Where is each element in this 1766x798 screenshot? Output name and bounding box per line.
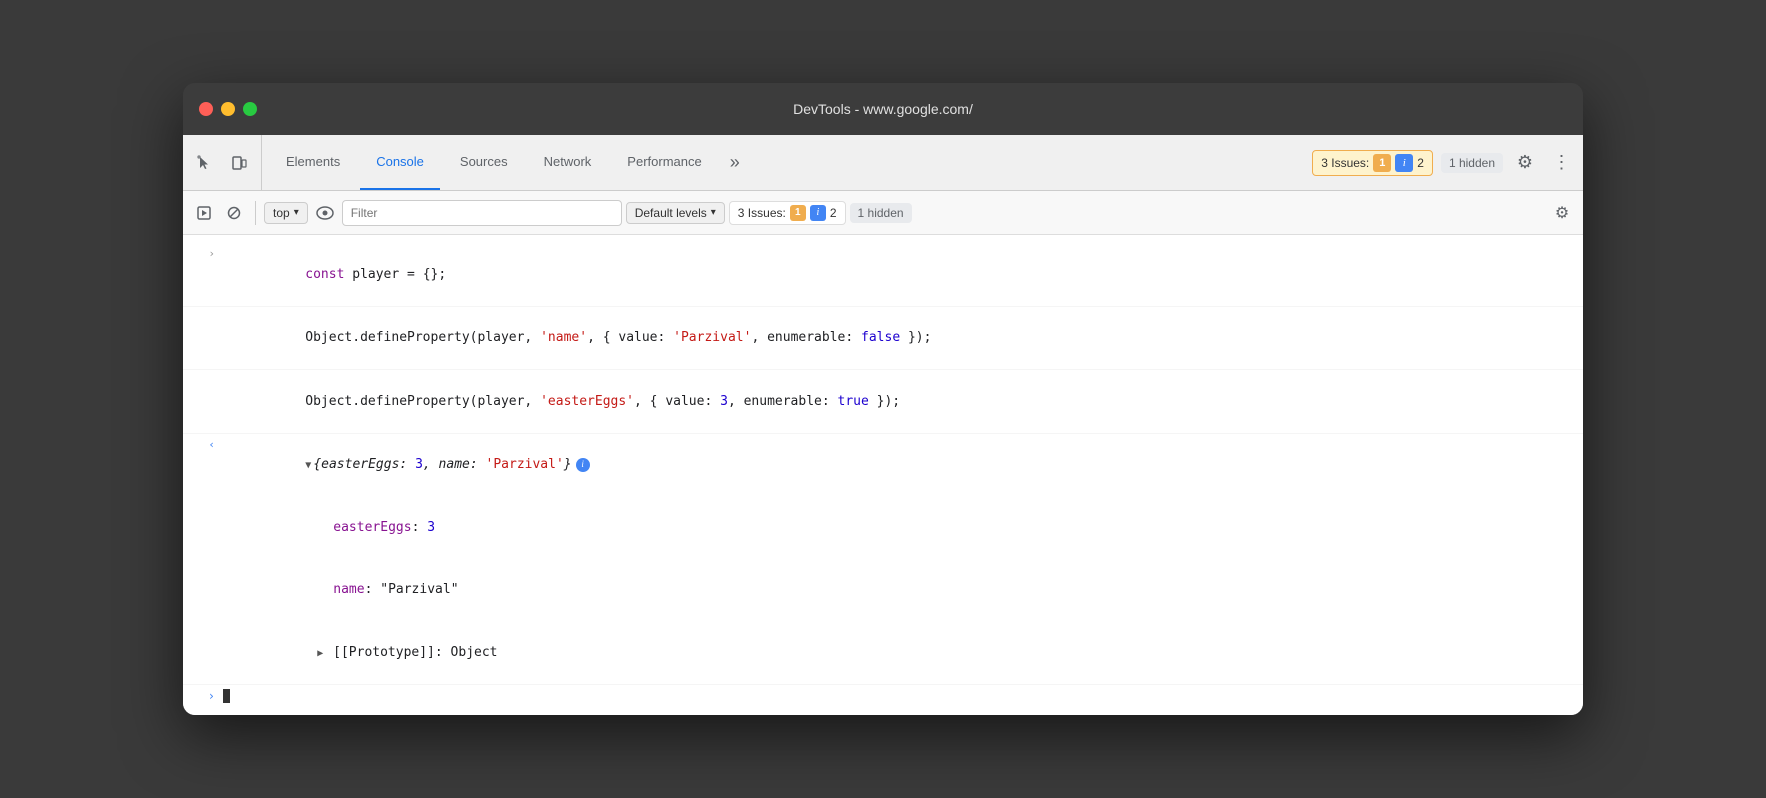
row-gutter-4: ‹ [183,436,223,451]
maximize-button[interactable] [243,102,257,116]
console-row-prototype: ▶ [[Prototype]]: Object [183,621,1583,685]
row-content-prototype: ▶ [[Prototype]]: Object [223,623,1575,682]
levels-dropdown[interactable]: Default levels ▾ [626,202,725,224]
context-selector[interactable]: top ▾ [264,202,308,224]
no-icon [227,206,241,220]
toolbar-info-badge: i [810,205,826,221]
devtools-body: Elements Console Sources Network Perform… [183,135,1583,715]
tab-console[interactable]: Console [360,135,440,190]
row-gutter-2 [183,309,223,311]
eye-button[interactable] [312,200,338,226]
row-content-1: const player = {}; [223,245,1575,304]
inspect-element-button[interactable] [191,149,219,177]
play-icon [197,206,211,220]
toolbar-divider [255,201,256,225]
row-content-3: Object.defineProperty(player, 'easterEgg… [223,372,1575,431]
tab-elements[interactable]: Elements [270,135,356,190]
warning-badge: 1 [1373,154,1391,172]
prompt-cursor [223,689,230,703]
clear-console-button[interactable] [221,200,247,226]
row-gutter-5 [183,498,223,500]
row-gutter-6 [183,561,223,563]
titlebar: DevTools - www.google.com/ [183,83,1583,135]
issues-label: 3 Issues: [1321,156,1369,170]
context-dropdown-arrow: ▾ [294,207,299,218]
toolbar-issues-count[interactable]: 3 Issues: 1 i 2 [729,201,846,225]
info-badge: i [1395,154,1413,172]
devtools-main-icons [191,135,262,190]
console-row-prop-name: name: "Parzival" [183,559,1583,622]
traffic-lights [199,102,257,116]
device-icon [231,155,247,171]
row-gutter-7 [183,623,223,625]
tab-performance[interactable]: Performance [611,135,717,190]
console-row-output: ‹ ▼{easterEggs: 3, name: 'Parzival'}i [183,434,1583,497]
console-row-prop-easter: easterEggs: 3 [183,496,1583,559]
console-prompt-row[interactable]: › [183,685,1583,707]
device-toolbar-button[interactable] [225,149,253,177]
issues-badge[interactable]: 3 Issues: 1 i 2 [1312,150,1433,176]
issues-info-count: 2 [1417,156,1424,170]
console-content: › const player = {}; Object.defineProper… [183,235,1583,715]
expand-triangle-down[interactable]: ▼ [305,458,311,473]
hidden-badge[interactable]: 1 hidden [1441,153,1503,173]
input-arrow: › [208,247,215,260]
row-gutter: › [183,245,223,260]
more-tabs-button[interactable]: » [722,135,748,190]
expand-triangle-right[interactable]: ▶ [317,646,323,661]
more-options-button[interactable]: ⋮ [1547,149,1575,177]
console-toolbar: top ▾ Default levels ▾ 3 Issues: 1 [183,191,1583,235]
info-icon[interactable]: i [576,458,590,472]
row-content-prop-name: name: "Parzival" [223,561,1575,620]
row-content-output: ▼{easterEggs: 3, name: 'Parzival'}i [223,436,1575,495]
console-row-cont2: Object.defineProperty(player, 'easterEgg… [183,370,1583,434]
row-gutter-3 [183,372,223,374]
eye-icon [316,206,334,220]
tabbar: Elements Console Sources Network Perform… [183,135,1583,191]
toolbar-issues-label: 3 Issues: [738,206,786,220]
minimize-button[interactable] [221,102,235,116]
console-settings-button[interactable]: ⚙ [1549,200,1575,226]
tab-sources[interactable]: Sources [444,135,524,190]
console-row-input: › const player = {}; [183,243,1583,307]
row-content-prop-easter: easterEggs: 3 [223,498,1575,557]
close-button[interactable] [199,102,213,116]
filter-input[interactable] [342,200,622,226]
prompt-arrow: › [183,689,223,703]
tab-network[interactable]: Network [528,135,608,190]
devtools-window: DevTools - www.google.com/ [183,83,1583,715]
settings-button[interactable]: ⚙ [1511,149,1539,177]
toolbar-hidden-badge[interactable]: 1 hidden [850,203,912,223]
execute-button[interactable] [191,200,217,226]
output-arrow: ‹ [208,438,215,451]
window-title: DevTools - www.google.com/ [793,101,973,117]
row-content-2: Object.defineProperty(player, 'name', { … [223,309,1575,368]
console-row-cont1: Object.defineProperty(player, 'name', { … [183,307,1583,371]
levels-dropdown-arrow: ▾ [711,207,716,218]
tabbar-right: 3 Issues: 1 i 2 1 hidden ⚙ ⋮ [1312,149,1575,177]
toolbar-warning-badge: 1 [790,205,806,221]
cursor-icon [197,155,213,171]
